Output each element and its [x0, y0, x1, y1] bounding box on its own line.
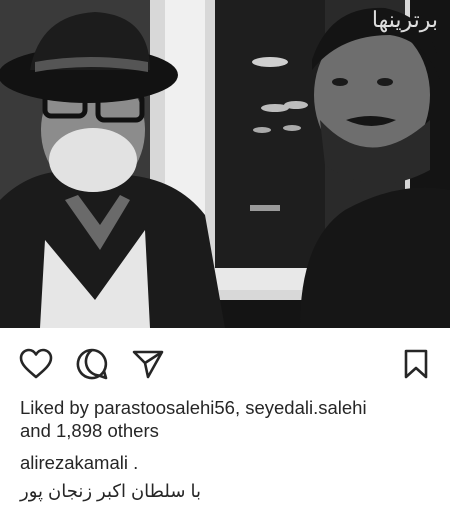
likes-line-1: Liked by parastoosalehi56, seyedali.sale…: [20, 397, 367, 418]
heart-icon: [19, 348, 53, 380]
share-button[interactable]: [130, 346, 166, 382]
like-button[interactable]: [18, 346, 54, 382]
likes-line-2: and 1,898 others: [20, 420, 159, 441]
likes-summary[interactable]: Liked by parastoosalehi56, seyedali.sale…: [20, 396, 440, 442]
caption-text: با سلطان اکبر زنجان پور: [20, 481, 201, 501]
caption-username[interactable]: alirezakamali .: [20, 452, 138, 474]
comment-button[interactable]: [74, 346, 110, 382]
save-button[interactable]: [398, 346, 434, 382]
bookmark-icon: [403, 348, 429, 380]
action-bar: [0, 328, 450, 394]
watermark-logo: برترینها: [371, 8, 438, 33]
comment-icon: [75, 347, 109, 381]
post-photo[interactable]: برترینها: [0, 0, 450, 328]
send-icon: [131, 348, 165, 380]
